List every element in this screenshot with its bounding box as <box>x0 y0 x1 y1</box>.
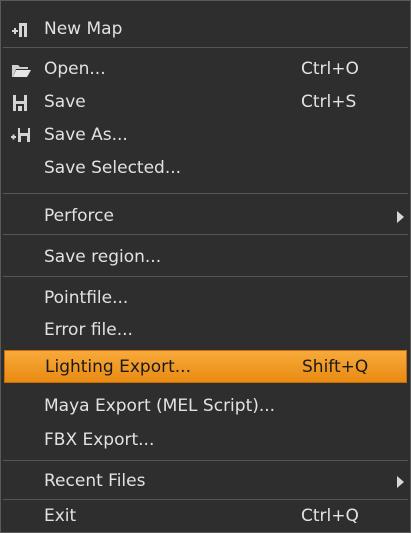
submenu-arrow-icon <box>397 476 404 488</box>
new-map-icon <box>12 23 27 37</box>
menu-item-recent-files[interactable]: Recent Files <box>1 465 410 498</box>
menu-separator <box>3 460 408 461</box>
menu-item-label: Maya Export (MEL Script)... <box>44 396 276 416</box>
menu-item-label: Pointfile... <box>44 288 129 308</box>
submenu-arrow-icon <box>397 211 404 223</box>
menu-item-label: Save As... <box>44 125 128 145</box>
folder-open-icon <box>12 65 31 77</box>
menu-item-maya-export[interactable]: Maya Export (MEL Script)... <box>1 390 410 423</box>
menu-item-label: Save Selected... <box>44 158 182 178</box>
menu-item-shortcut: Ctrl+S <box>301 92 357 112</box>
menu-separator <box>3 276 408 277</box>
menu-item-label: Save region... <box>44 247 162 267</box>
menu-separator <box>3 234 408 235</box>
menu-item-open[interactable]: Open... Ctrl+O <box>1 53 410 86</box>
menu-item-label: Error file... <box>44 320 133 340</box>
menu-item-label: Exit <box>44 506 77 526</box>
save-as-icon <box>11 128 30 142</box>
menu-item-exit[interactable]: Exit Ctrl+Q <box>1 500 410 533</box>
menu-item-label: Lighting Export... <box>45 357 191 377</box>
menu-item-error-file[interactable]: Error file... <box>1 314 410 347</box>
menu-item-save-as[interactable]: Save As... <box>1 119 410 152</box>
menu-item-pointfile[interactable]: Pointfile... <box>1 282 410 315</box>
menu-item-save-region[interactable]: Save region... <box>1 241 410 274</box>
menu-item-label: Open... <box>44 59 106 79</box>
save-icon <box>13 95 27 111</box>
menu-item-save-selected[interactable]: Save Selected... <box>1 152 410 185</box>
menu-item-label: Recent Files <box>44 471 146 491</box>
file-menu: New Map Open... Ctrl+O Save Ctrl+S Save <box>0 0 411 533</box>
menu-item-shortcut: Ctrl+O <box>301 59 359 79</box>
menu-item-new-map[interactable]: New Map <box>1 13 410 46</box>
menu-item-shortcut: Ctrl+Q <box>301 506 359 526</box>
menu-item-label: Save <box>44 92 86 112</box>
menu-item-shortcut: Shift+Q <box>302 357 369 377</box>
menu-item-label: FBX Export... <box>44 430 155 450</box>
menu-item-lighting-export[interactable]: Lighting Export... Shift+Q <box>4 350 407 383</box>
menu-item-label: Perforce <box>44 206 114 226</box>
menu-separator <box>3 193 408 194</box>
menu-separator <box>3 47 408 48</box>
menu-item-save[interactable]: Save Ctrl+S <box>1 86 410 119</box>
menu-item-label: New Map <box>44 19 123 39</box>
menu-item-perforce[interactable]: Perforce <box>1 200 410 233</box>
menu-item-fbx-export[interactable]: FBX Export... <box>1 424 410 457</box>
